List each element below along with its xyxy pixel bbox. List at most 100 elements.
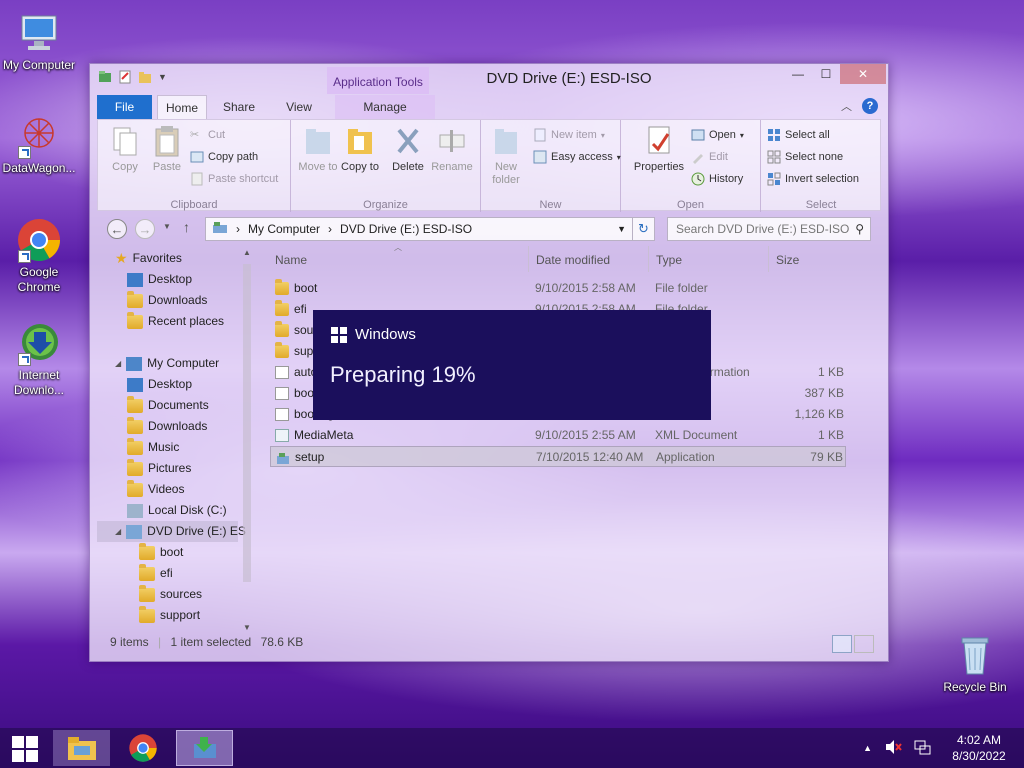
clock[interactable]: 4:02 AM 8/30/2022 [944,732,1014,764]
column-separator[interactable] [768,246,769,272]
maximize-button[interactable]: ☐ [812,64,840,84]
taskbar-file-explorer[interactable] [53,730,110,766]
properties-icon [644,124,674,158]
minimize-button[interactable]: — [784,64,812,84]
scrollbar-thumb[interactable] [243,264,251,582]
history-button[interactable]: History [691,170,743,188]
details-view-icon[interactable] [832,635,852,653]
column-separator[interactable] [528,246,529,272]
desktop-icon-recycle-bin[interactable]: Recycle Bin [936,632,1014,695]
easy-access-button[interactable]: Easy access ▾ [533,148,621,166]
nav-documents[interactable]: Documents [127,395,209,416]
nav-music[interactable]: Music [127,437,179,458]
breadcrumb-item[interactable]: DVD Drive (E:) ESD-ISO [340,222,472,236]
nav-pictures[interactable]: Pictures [127,458,191,479]
navigation-pane: ★ Favorites Desktop Downloads Recent plac… [97,246,257,634]
rename-icon [437,124,467,158]
paste-shortcut-button[interactable]: Paste shortcut [190,170,278,188]
show-hidden-icons-icon[interactable]: ▲ [863,743,872,753]
nav-boot[interactable]: boot [139,542,183,563]
copy-path-button[interactable]: Copy path [190,148,258,166]
desktop-icon-internet-download-manager[interactable]: Internet Downlo... [0,320,78,398]
start-button[interactable] [12,736,38,762]
rename-button[interactable]: Rename [429,124,475,174]
taskbar-chrome[interactable] [114,730,171,766]
help-icon[interactable]: ? [862,98,878,114]
chevron-down-icon[interactable]: ◢ [115,521,121,542]
back-button[interactable]: ← [107,219,127,239]
forward-button[interactable]: → [135,219,155,239]
drive-icon [212,221,228,238]
breadcrumb-dropdown-icon[interactable]: ▼ [617,224,626,234]
close-button[interactable]: ✕ [840,64,886,84]
computer-icon [126,356,143,371]
file-row[interactable]: MediaMeta 9/10/2015 2:55 AM XML Document… [270,425,846,446]
tab-view[interactable]: View [277,95,321,119]
sort-indicator-icon: ︿ [394,243,402,252]
desktop-icon-datawagon[interactable]: DataWagon... [0,113,78,176]
file-row-selected[interactable]: setup 7/10/2015 12:40 AM Application 79 … [270,446,846,467]
chevron-down-icon[interactable]: ◢ [115,353,121,374]
search-input[interactable]: Search DVD Drive (E:) ESD-ISO ⚲ [667,217,871,241]
nav-support[interactable]: support [139,605,200,626]
invert-selection-button[interactable]: Invert selection [767,170,859,188]
breadcrumb[interactable]: › My Computer › DVD Drive (E:) ESD-ISO ▼ [205,217,633,241]
scroll-down-icon[interactable]: ▼ [243,623,251,632]
nav-local-disk[interactable]: Local Disk (C:) [127,500,227,521]
delete-button[interactable]: Delete [385,124,431,174]
desktop-icon-google-chrome[interactable]: Google Chrome [0,217,78,295]
chevron-up-icon[interactable]: ︿ [841,98,852,114]
column-header-type[interactable]: Type [656,250,682,270]
copy-to-button[interactable]: Copy to [337,124,383,174]
taskbar-setup[interactable] [176,730,233,766]
tab-manage[interactable]: Manage [335,95,435,119]
new-folder-button[interactable]: New folder [483,124,529,187]
nav-desktop[interactable]: Desktop [127,374,192,395]
edit-button[interactable]: Edit [691,148,728,166]
dvd-drive-icon [126,524,143,539]
nav-sources[interactable]: sources [139,584,202,605]
large-icons-view-icon[interactable] [854,635,874,653]
open-button[interactable]: Open ▾ [691,126,744,144]
nav-favorites[interactable]: ★ Favorites [115,248,182,269]
select-none-button[interactable]: Select none [767,148,843,166]
copy-icon [110,124,140,158]
tab-share[interactable]: Share [217,95,261,119]
recent-locations-icon[interactable]: ▼ [163,222,171,231]
column-separator[interactable] [648,246,649,272]
new-item-icon [533,128,547,142]
nav-my-computer[interactable]: ◢ My Computer [115,353,219,374]
column-header-size[interactable]: Size [776,250,799,270]
column-header-name[interactable]: Name [275,250,307,270]
nav-fav-recent-places[interactable]: Recent places [127,311,224,332]
select-all-button[interactable]: Select all [767,126,830,144]
desktop-icon-my-computer[interactable]: My Computer [0,10,78,73]
up-button[interactable]: ↑ [183,219,190,235]
copy-button[interactable]: Copy [102,124,148,174]
selection-count: 1 item selected [170,635,252,649]
file-row[interactable]: boot 9/10/2015 2:58 AM File folder [270,278,846,299]
paste-button[interactable]: Paste [144,124,190,174]
column-header-date[interactable]: Date modified [536,250,610,270]
properties-button[interactable]: Properties [631,124,687,174]
tab-home[interactable]: Home [157,95,207,119]
volume-muted-icon[interactable] [884,739,902,758]
nav-fav-downloads[interactable]: Downloads [127,290,207,311]
nav-fav-desktop[interactable]: Desktop [127,269,192,290]
nav-videos[interactable]: Videos [127,479,184,500]
tab-file[interactable]: File [97,95,152,119]
nav-dvd-drive[interactable]: ◢ DVD Drive (E:) ES [97,521,246,542]
cut-button[interactable]: ✂ Cut [190,126,225,144]
scroll-up-icon[interactable]: ▲ [243,248,251,257]
group-label: Select [805,199,837,211]
new-item-button[interactable]: New item ▾ [533,126,605,144]
breadcrumb-item[interactable]: My Computer [248,222,320,236]
nav-efi[interactable]: efi [139,563,173,584]
refresh-button[interactable]: ↻ [633,217,655,241]
move-to-button[interactable]: Move to [295,124,341,174]
nav-scrollbar[interactable]: ▲ ▼ [240,246,254,634]
nav-downloads[interactable]: Downloads [127,416,207,437]
move-to-icon [303,124,333,158]
network-icon[interactable] [914,739,932,758]
title-bar[interactable]: ▼ Application Tools DVD Drive (E:) ESD-I… [90,64,888,94]
